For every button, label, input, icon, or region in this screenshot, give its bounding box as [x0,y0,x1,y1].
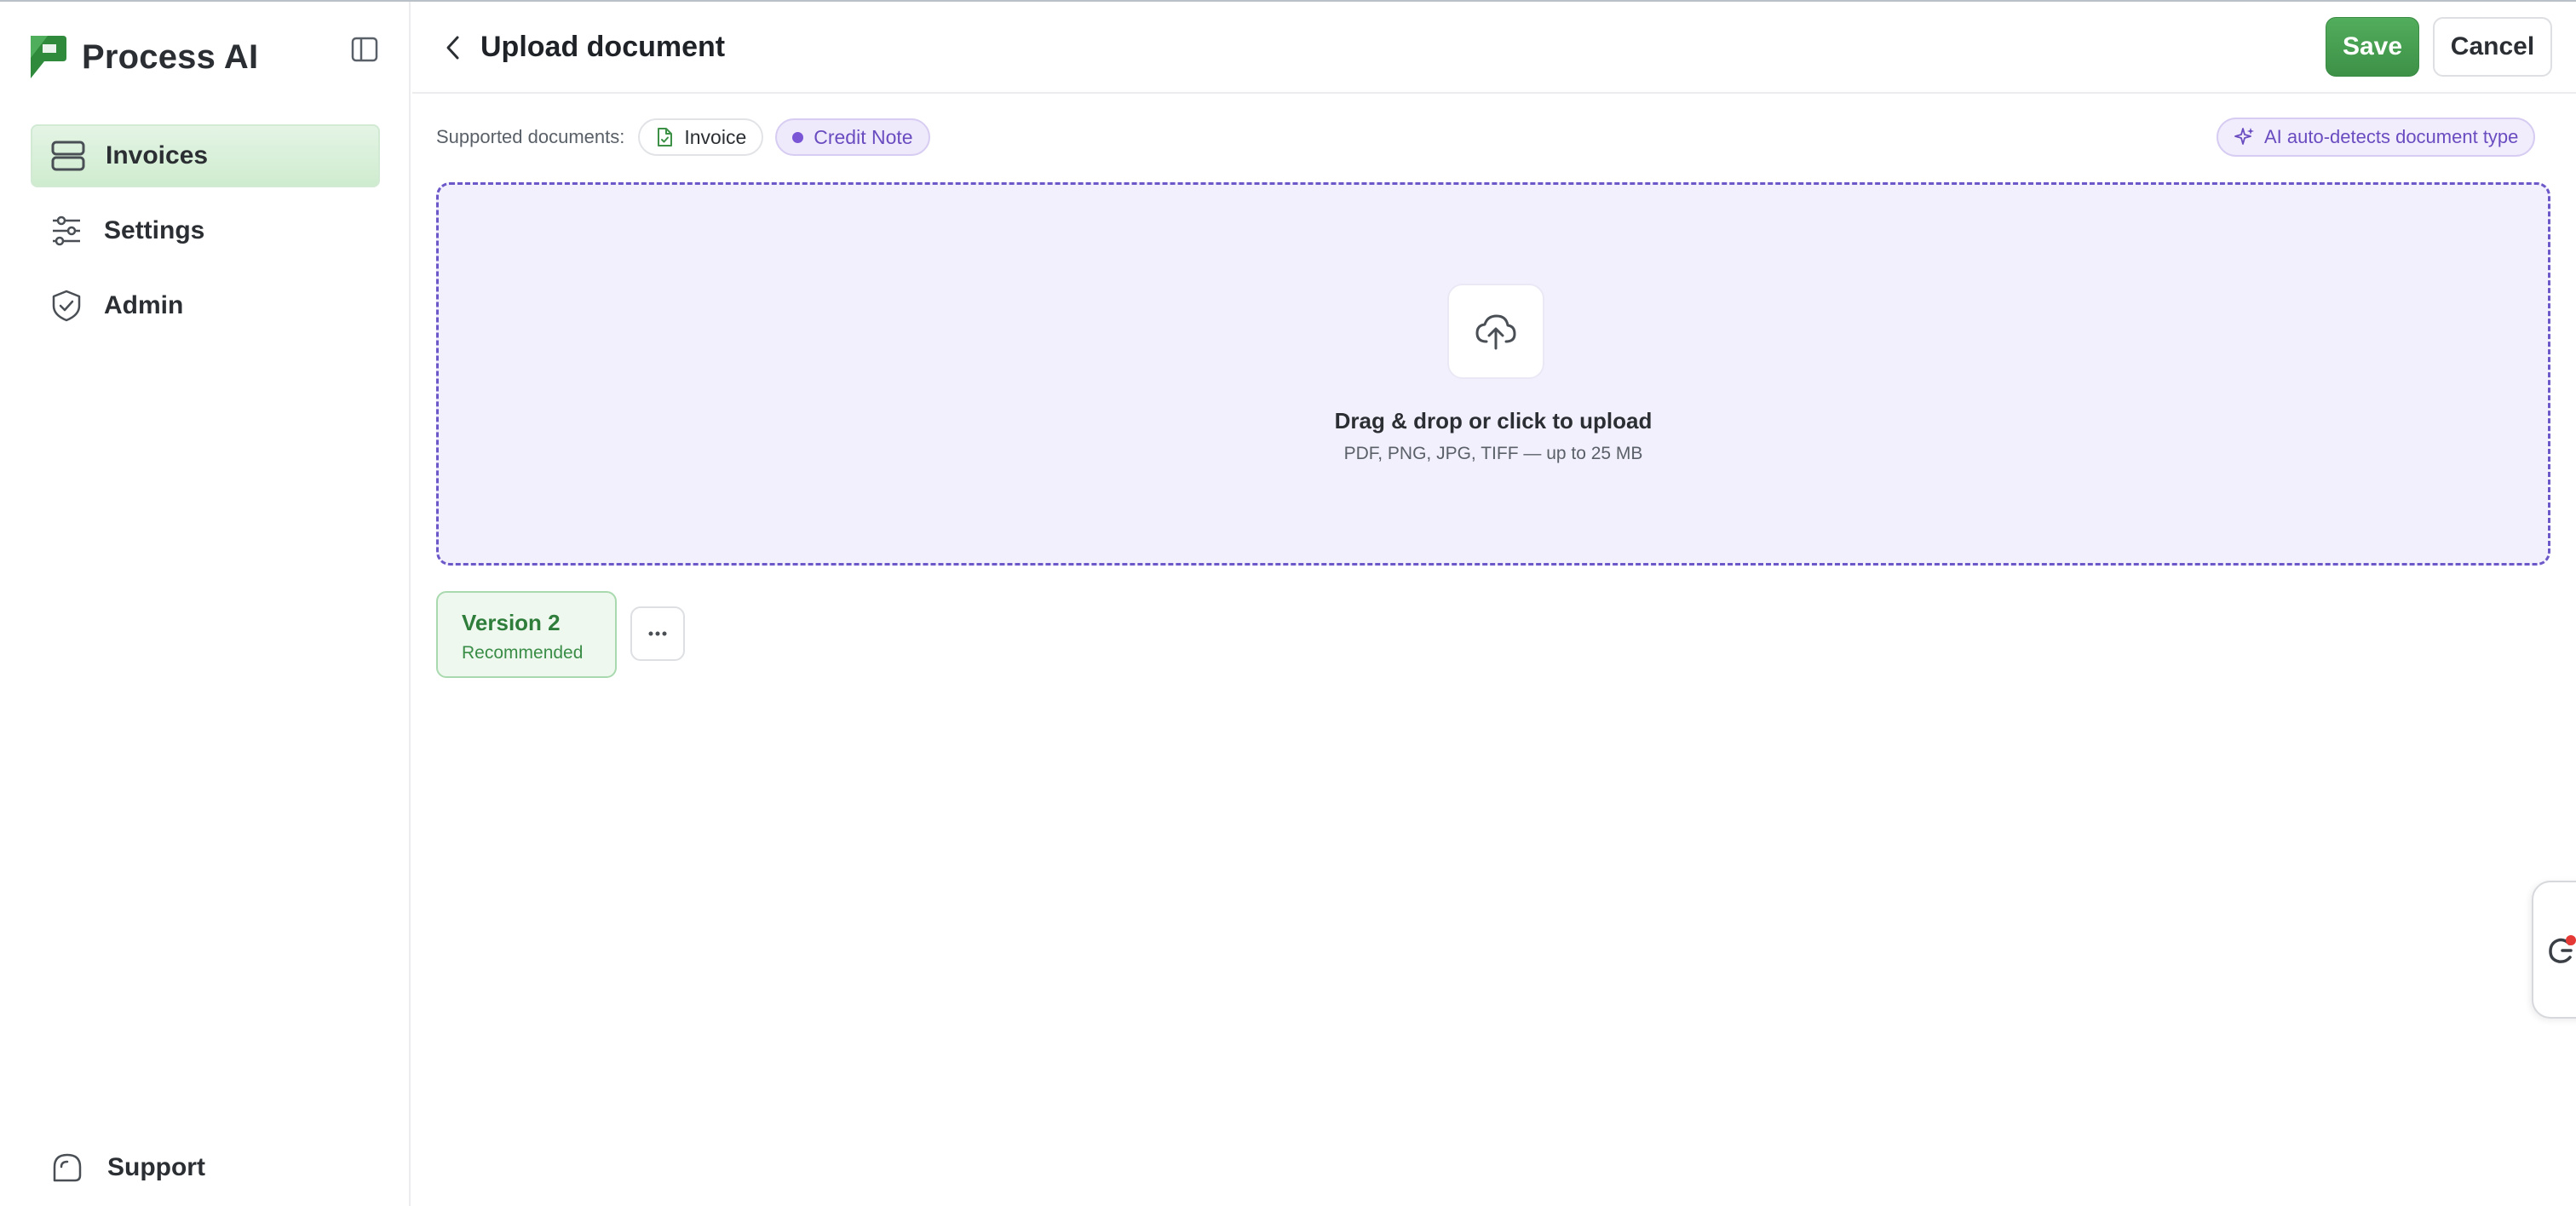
chip-invoice-label: Invoice [684,125,747,148]
save-button[interactable]: Save [2326,17,2419,77]
sparkle-icon [2234,126,2256,148]
supported-documents-row: Supported documents: Invoice Credit Note [436,118,942,157]
support-chat-icon [53,1153,82,1182]
ellipsis-icon [648,631,667,636]
chip-invoice[interactable]: Invoice [638,118,764,156]
chip-credit-note[interactable]: Credit Note [775,118,930,156]
shield-check-icon [49,289,83,323]
sidebar-item-label: Settings [104,216,205,244]
sidebar-item-invoices[interactable]: Invoices [31,124,380,187]
sidebar-nav: Invoices Settings Admin [31,124,380,349]
ai-auto-detect-badge: AI auto-detects document type [2217,118,2536,157]
version-recommended-label: Recommended [462,643,584,663]
sidebar-item-label: Invoices [106,141,209,169]
upload-icon-container [1447,284,1544,379]
support-label: Support [107,1153,205,1181]
sidebar-toggle-button[interactable] [349,34,380,65]
more-options-button[interactable] [630,606,685,661]
upload-dropzone[interactable]: Drag & drop or click to upload PDF, PNG,… [436,182,2550,566]
sidebar-item-settings[interactable]: Settings [31,199,380,262]
assistant-icon [2549,935,2576,963]
support-link[interactable]: Support [49,1150,205,1186]
sidebar-item-admin[interactable]: Admin [31,274,380,337]
page-title: Upload document [480,31,726,63]
sliders-icon [49,214,83,248]
app-name: Process AI [82,37,259,76]
sidebar-item-label: Admin [104,291,184,319]
dropzone-subtitle: PDF, PNG, JPG, TIFF — up to 25 MB [1343,444,1643,463]
file-check-icon [655,126,674,148]
version-card[interactable]: Version 2 Recommended [436,591,617,678]
ai-auto-detect-label: AI auto-detects document type [2264,126,2519,147]
sidebar: Process AI Invoices Settings Admin Suppo… [0,2,411,1206]
stack-icon [51,139,85,173]
supported-documents-label: Supported documents: [436,126,625,147]
brand[interactable]: Process AI [29,32,258,82]
cloud-upload-icon [1475,314,1516,350]
dot-icon [792,131,804,143]
process-ai-logo-icon [31,36,66,78]
back-button[interactable] [438,32,469,63]
page-header: Upload document Save Cancel [412,2,2576,94]
cancel-button[interactable]: Cancel [2433,17,2552,77]
chevron-left-icon [446,36,459,60]
dropzone-title: Drag & drop or click to upload [1334,408,1653,434]
sidebar-panel-icon [351,37,378,62]
version-title: Version 2 [462,610,561,635]
floating-assistant-widget[interactable] [2532,881,2576,1019]
chip-credit-note-label: Credit Note [814,125,913,148]
